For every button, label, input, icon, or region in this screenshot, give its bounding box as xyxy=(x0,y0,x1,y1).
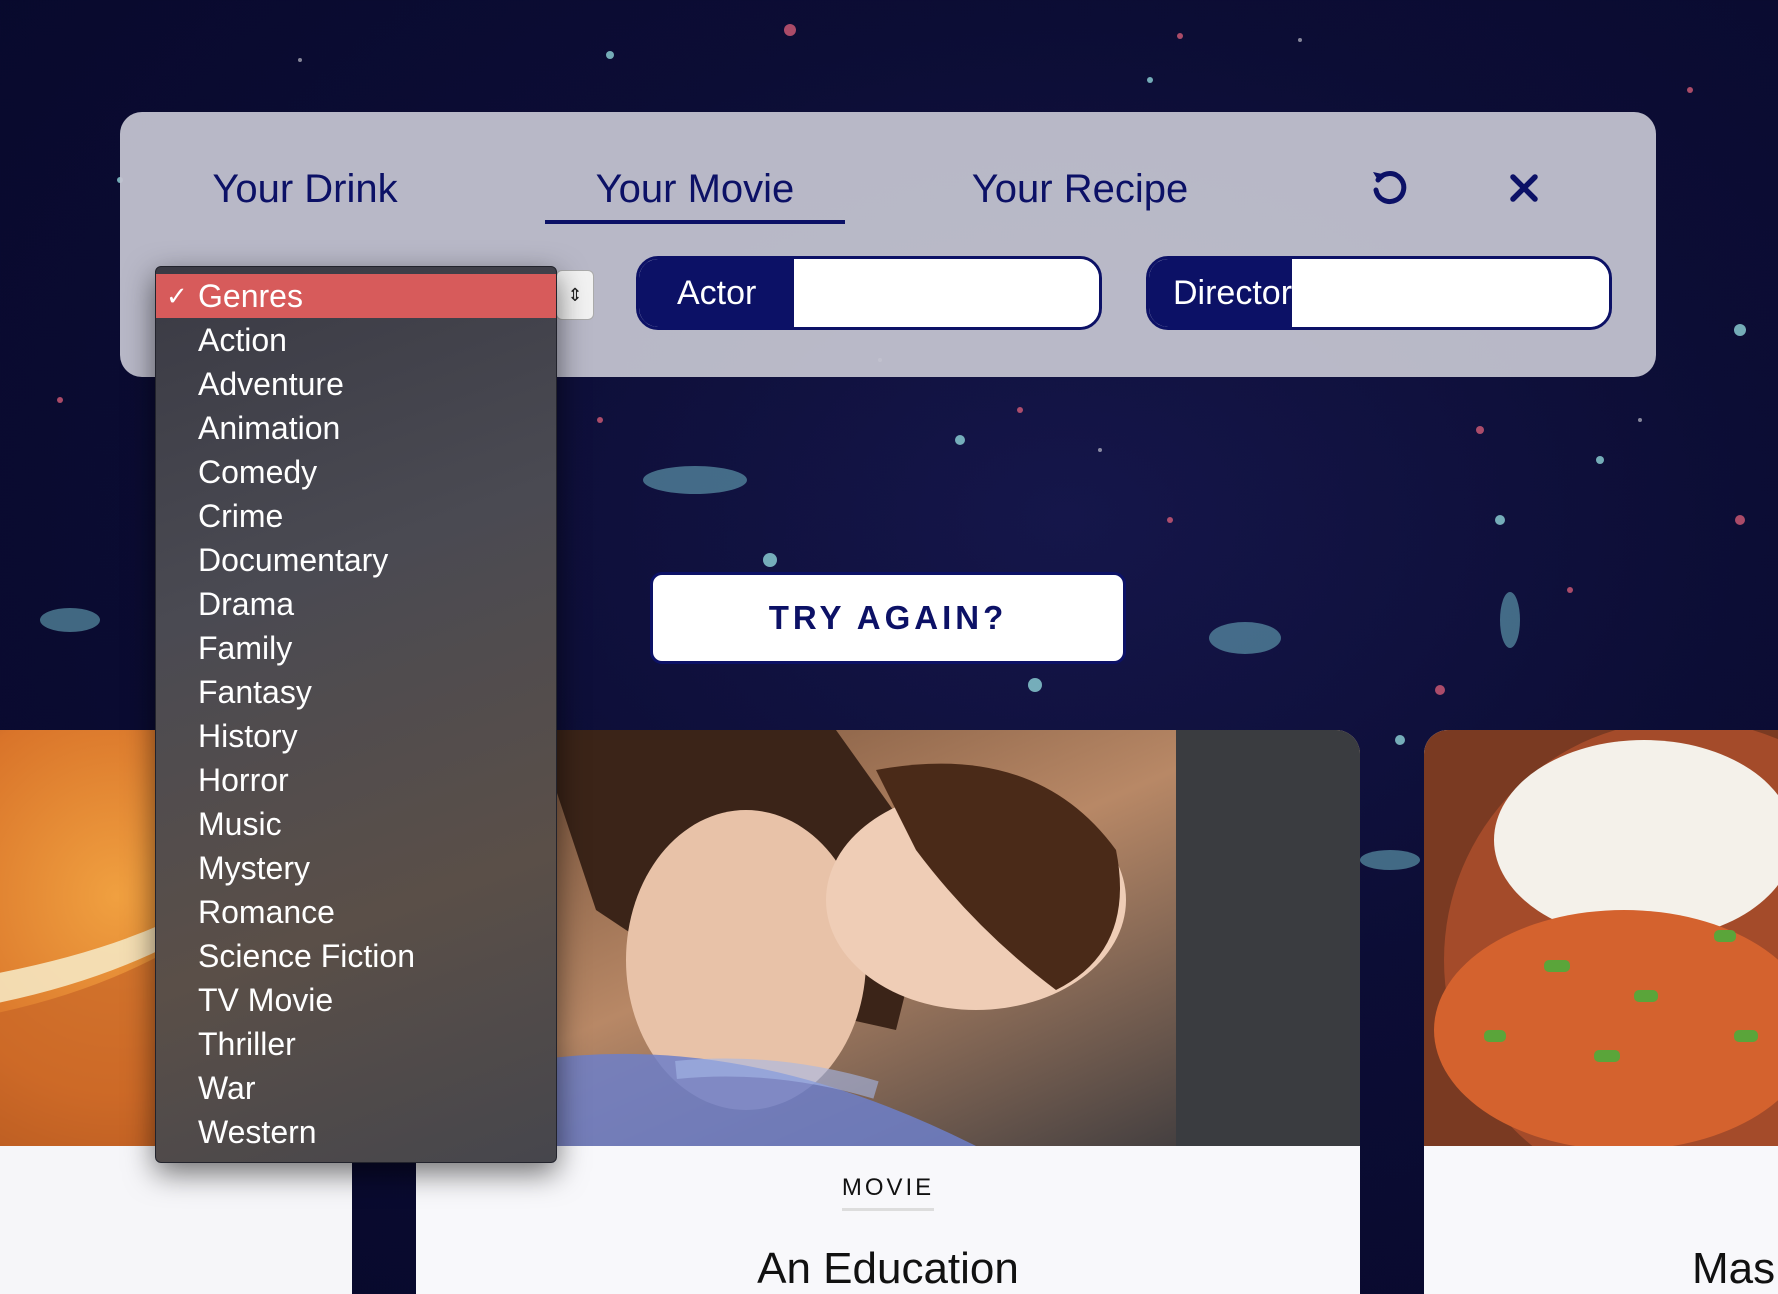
genre-option[interactable]: Romance xyxy=(156,890,556,934)
card-category: MOVIE xyxy=(416,1174,1360,1211)
close-icon xyxy=(1510,174,1538,202)
movie-title: An Education xyxy=(757,1244,1019,1293)
tab-your-movie[interactable]: Your Movie xyxy=(545,154,845,224)
actor-input[interactable] xyxy=(794,259,1099,327)
genre-option-label: Drama xyxy=(198,585,295,622)
genre-option-label: Crime xyxy=(198,497,284,534)
genre-option-label: Animation xyxy=(198,409,341,446)
recipe-image xyxy=(1424,730,1778,1146)
genre-option-label: Fantasy xyxy=(198,673,312,710)
director-input[interactable] xyxy=(1292,259,1609,327)
genre-option-label: Adventure xyxy=(198,365,344,402)
genre-option[interactable]: Adventure xyxy=(156,362,556,406)
genre-option[interactable]: Comedy xyxy=(156,450,556,494)
checkmark-icon: ✓ xyxy=(166,280,188,311)
genre-option[interactable]: Fantasy xyxy=(156,670,556,714)
recipe-title: Mas xyxy=(1692,1244,1776,1293)
card-category-label: MOVIE xyxy=(841,1174,935,1211)
genre-option-label: Science Fiction xyxy=(198,937,415,974)
genre-option[interactable]: Animation xyxy=(156,406,556,450)
genre-option-label: Comedy xyxy=(198,453,318,490)
actor-filter: Actor xyxy=(636,256,1102,330)
tab-your-recipe[interactable]: Your Recipe xyxy=(950,154,1210,224)
movie-poster-image xyxy=(416,730,1360,1146)
genre-option-label: Genres xyxy=(198,277,303,314)
actor-label: Actor xyxy=(639,259,795,327)
genre-option[interactable]: Thriller xyxy=(156,1022,556,1066)
genre-option-label: Thriller xyxy=(198,1025,296,1062)
director-filter: Director xyxy=(1146,256,1612,330)
genre-option-label: Horror xyxy=(198,761,289,798)
movie-card[interactable]: MOVIE An Education xyxy=(416,730,1360,1294)
close-button[interactable] xyxy=(1496,160,1552,216)
genre-option-label: Mystery xyxy=(198,849,310,886)
genre-option-label: Family xyxy=(198,629,293,666)
genre-option[interactable]: Mystery xyxy=(156,846,556,890)
genre-option[interactable]: Music xyxy=(156,802,556,846)
genre-option[interactable]: TV Movie xyxy=(156,978,556,1022)
genre-option-label: Documentary xyxy=(198,541,389,578)
genre-option[interactable]: Science Fiction xyxy=(156,934,556,978)
genre-option[interactable]: War xyxy=(156,1066,556,1110)
genre-option-label: Music xyxy=(198,805,282,842)
genre-option-label: History xyxy=(198,717,298,754)
try-again-button[interactable]: TRY AGAIN? xyxy=(650,572,1126,664)
genre-option[interactable]: History xyxy=(156,714,556,758)
tab-your-drink[interactable]: Your Drink xyxy=(190,154,420,224)
genre-option[interactable]: Documentary xyxy=(156,538,556,582)
genre-option[interactable]: ✓ Genres xyxy=(156,274,556,318)
genre-option-label: Action xyxy=(198,321,287,358)
genre-option-label: Romance xyxy=(198,893,335,930)
genre-option[interactable]: Family xyxy=(156,626,556,670)
genre-dropdown-menu[interactable]: ✓ Genres Action Adventure Animation Comedy Cri… xyxy=(155,266,557,1163)
genre-select-arrows[interactable]: ⇕ xyxy=(556,270,594,320)
genre-option-label: War xyxy=(198,1069,256,1106)
rotate-ccw-icon xyxy=(1373,171,1407,205)
genre-option[interactable]: Crime xyxy=(156,494,556,538)
genre-option[interactable]: Drama xyxy=(156,582,556,626)
reset-button[interactable] xyxy=(1362,160,1418,216)
recipe-card[interactable]: Mas xyxy=(1424,730,1778,1294)
genre-option[interactable]: Horror xyxy=(156,758,556,802)
genre-option-label: Western xyxy=(198,1113,317,1150)
director-label: Director xyxy=(1149,259,1293,327)
genre-option[interactable]: Western xyxy=(156,1110,556,1154)
genre-option-label: TV Movie xyxy=(198,981,334,1018)
genre-option[interactable]: Action xyxy=(156,318,556,362)
